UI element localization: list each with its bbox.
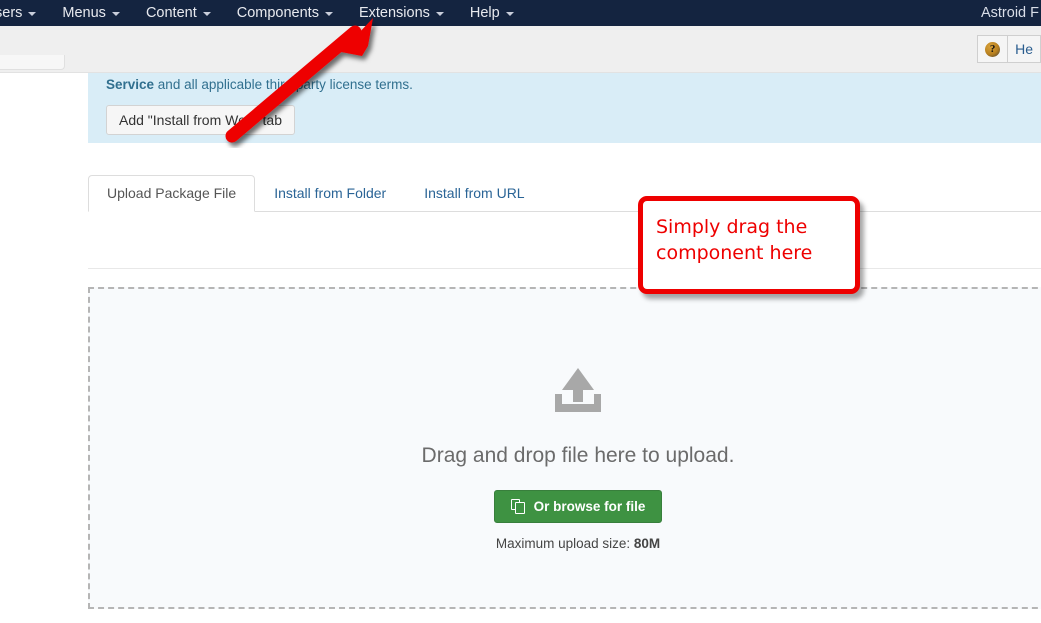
chevron-down-icon [112, 12, 120, 16]
drag-component-callout: Simply drag the component here [638, 196, 860, 294]
max-upload-size-value: 80M [634, 536, 660, 551]
heading-divider [88, 268, 1041, 269]
nav-item-label: Components [237, 0, 319, 26]
sidebar-panel-remnant [0, 55, 65, 70]
upload-icon [554, 368, 602, 412]
max-upload-size-label: Maximum upload size: [496, 536, 630, 551]
site-title[interactable]: Astroid F [981, 5, 1041, 21]
install-from-web-notice: Service and all applicable third party l… [88, 72, 1041, 143]
nav-item-components[interactable]: Components [224, 0, 346, 26]
tab-install-from-folder[interactable]: Install from Folder [255, 175, 405, 212]
browse-for-file-button[interactable]: Or browse for file [494, 490, 663, 523]
nav-item-content[interactable]: Content [133, 0, 224, 26]
nav-item-label: sers [0, 0, 22, 26]
browse-button-label: Or browse for file [534, 499, 646, 514]
callout-line-2: component here [656, 240, 855, 266]
question-circle-icon: ? [985, 42, 1000, 57]
callout-line-1: Simply drag the [656, 214, 855, 240]
chevron-down-icon [506, 12, 514, 16]
alert-message: Service and all applicable third party l… [106, 76, 1041, 94]
nav-item-help[interactable]: Help [457, 0, 527, 26]
chevron-down-icon [28, 12, 36, 16]
main-content: Service and all applicable third party l… [0, 72, 1041, 623]
max-upload-size: Maximum upload size: 80M [496, 536, 660, 551]
help-button[interactable]: He [1007, 35, 1041, 63]
top-navigation-menu: sers Menus Content Components Extensions… [0, 0, 527, 26]
copy-files-icon [511, 499, 525, 514]
nav-item-users[interactable]: sers [0, 0, 49, 26]
nav-item-menus[interactable]: Menus [49, 0, 133, 26]
chevron-down-icon [436, 12, 444, 16]
toolbar-right-group: ? He [977, 35, 1041, 63]
tab-install-from-url[interactable]: Install from URL [405, 175, 543, 212]
dropzone-instruction: Drag and drop file here to upload. [422, 444, 735, 468]
nav-item-label: Menus [62, 0, 106, 26]
nav-item-label: Content [146, 0, 197, 26]
tab-upload-package-file[interactable]: Upload Package File [88, 175, 255, 212]
alert-message-rest: and all applicable third party license t… [154, 77, 413, 92]
chevron-down-icon [203, 12, 211, 16]
file-dropzone[interactable]: Drag and drop file here to upload. Or br… [88, 287, 1041, 609]
admin-toolbar: ? He [0, 26, 1041, 73]
install-method-tabs: Upload Package File Install from Folder … [88, 176, 1041, 212]
alert-message-prefix: Service [106, 77, 154, 92]
nav-item-label: Help [470, 0, 500, 26]
add-install-from-web-tab-button[interactable]: Add "Install from Web" tab [106, 105, 295, 135]
help-icon-button[interactable]: ? [977, 35, 1007, 63]
nav-item-extensions[interactable]: Extensions [346, 0, 457, 26]
top-navigation-right: Astroid F [981, 0, 1041, 26]
top-navigation-bar: sers Menus Content Components Extensions… [0, 0, 1041, 26]
nav-item-label: Extensions [359, 0, 430, 26]
chevron-down-icon [325, 12, 333, 16]
